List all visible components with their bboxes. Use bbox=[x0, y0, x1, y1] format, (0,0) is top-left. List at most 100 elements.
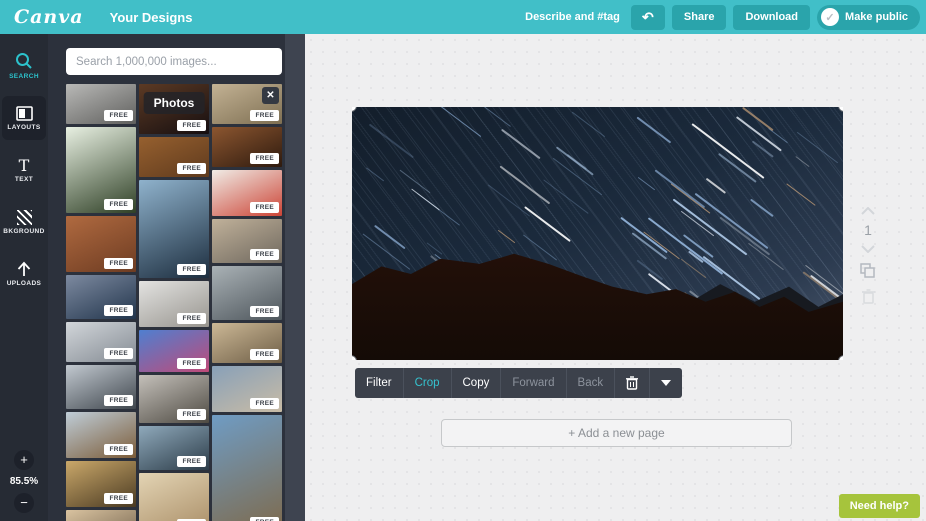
free-badge: FREE bbox=[104, 395, 133, 406]
layouts-icon bbox=[16, 106, 33, 121]
sidebar-item-label: BKGROUND bbox=[3, 228, 44, 235]
zoom-out-button[interactable]: − bbox=[14, 493, 34, 513]
thumbnail-lifeguard-hut[interactable]: FREE bbox=[139, 473, 209, 521]
make-public-toggle[interactable]: ✓ Make public bbox=[817, 5, 920, 30]
search-input[interactable] bbox=[66, 48, 282, 75]
thumbnail-fog-clouds[interactable]: FREE bbox=[66, 322, 136, 362]
search-icon bbox=[15, 52, 33, 70]
toolbar-filter-button[interactable]: Filter bbox=[355, 368, 404, 398]
thumbnail-graffiti-wall[interactable]: FREE bbox=[139, 330, 209, 372]
free-badge: FREE bbox=[177, 456, 206, 467]
free-badge: FREE bbox=[250, 202, 279, 213]
thumbnail-mountain-ridge[interactable]: FREE bbox=[66, 412, 136, 458]
thumbnail-airfield-runway[interactable]: FREE bbox=[212, 266, 282, 320]
duplicate-page-icon[interactable] bbox=[860, 263, 876, 279]
thumbnail-brick-arches[interactable]: FREE bbox=[212, 127, 282, 167]
zoom-in-button[interactable]: + bbox=[14, 450, 34, 470]
toolbar-copy-button[interactable]: Copy bbox=[452, 368, 502, 398]
header-actions: Describe and #tag ↶ Share Download ✓ Mak… bbox=[525, 0, 920, 34]
free-badge: FREE bbox=[250, 249, 279, 260]
undo-button[interactable]: ↶ bbox=[631, 5, 665, 30]
thumbnail-photos-category-cover[interactable]: FREEPhotos bbox=[139, 84, 209, 134]
image-results-grid: FREEFREEFREEFREEFREEFREEFREEFREEFREEFREE… bbox=[66, 84, 282, 521]
download-button[interactable]: Download bbox=[733, 5, 810, 30]
free-badge: FREE bbox=[250, 349, 279, 360]
describe-tag-field[interactable]: Describe and #tag bbox=[525, 11, 620, 23]
thumbnail-lake-at-dusk[interactable]: FREE bbox=[66, 275, 136, 319]
panel-scrollbar[interactable] bbox=[285, 34, 305, 521]
thumbnail-brick-wall[interactable]: FREE bbox=[66, 216, 136, 272]
thumbnail-dog-walk[interactable]: FREE ✕ bbox=[212, 84, 282, 124]
toolbar-forward-button[interactable]: Forward bbox=[501, 368, 566, 398]
free-badge: FREE bbox=[177, 409, 206, 420]
selected-star-trails-image[interactable] bbox=[352, 107, 843, 360]
toolbar-crop-button[interactable]: Crop bbox=[404, 368, 452, 398]
free-badge: FREE bbox=[104, 110, 133, 121]
thumbnail-strawberry-bowl[interactable]: FREE bbox=[212, 170, 282, 216]
background-icon bbox=[17, 210, 32, 225]
thumbnail-ocean-horizon-person[interactable]: FREE bbox=[139, 180, 209, 278]
thumbnail-foggy-mountains[interactable]: FREE bbox=[66, 365, 136, 409]
free-badge: FREE bbox=[250, 306, 279, 317]
move-page-up-icon[interactable] bbox=[861, 207, 875, 215]
sidebar-item-search[interactable]: SEARCH bbox=[2, 44, 46, 88]
make-public-label: Make public bbox=[845, 11, 908, 23]
sidebar-item-label: UPLOADS bbox=[7, 280, 42, 287]
upload-arrow-icon bbox=[16, 261, 32, 277]
free-badge: FREE bbox=[250, 153, 279, 164]
add-page-button[interactable]: + Add a new page bbox=[441, 419, 792, 447]
sidebar-item-layouts[interactable]: LAYOUTS bbox=[2, 96, 46, 140]
thumbnail-pier-sunset-jump[interactable]: FREE bbox=[66, 510, 136, 521]
sidebar-item-bkground[interactable]: BKGROUND bbox=[2, 200, 46, 244]
thumbnail-wave-on-rock[interactable]: FREE bbox=[139, 426, 209, 470]
thumbnail-sunlit-forest[interactable]: FREE bbox=[66, 127, 136, 213]
close-icon[interactable]: ✕ bbox=[262, 87, 279, 104]
free-badge: FREE bbox=[250, 398, 279, 409]
delete-page-icon[interactable] bbox=[862, 289, 875, 304]
sidebar-item-label: SEARCH bbox=[9, 73, 39, 80]
sidebar-item-label: LAYOUTS bbox=[7, 124, 40, 131]
free-badge: FREE bbox=[104, 305, 133, 316]
sidebar-item-text[interactable]: T TEXT bbox=[2, 148, 46, 192]
your-designs-link[interactable]: Your Designs bbox=[110, 10, 193, 25]
thumbnail-phone-on-wood[interactable]: FREE bbox=[139, 137, 209, 177]
thumbnail-waterfall-rocks[interactable]: FREE bbox=[139, 375, 209, 423]
move-page-down-icon[interactable] bbox=[861, 245, 875, 253]
page-number: 1 bbox=[864, 222, 872, 238]
share-button[interactable]: Share bbox=[672, 5, 727, 30]
thumbnail-coastal-cliff[interactable]: FREE bbox=[212, 415, 282, 521]
image-search-panel: FREEFREEFREEFREEFREEFREEFREEFREEFREEFREE… bbox=[48, 34, 305, 521]
thumbnail-dry-branches[interactable]: FREE bbox=[212, 219, 282, 263]
free-badge: FREE bbox=[177, 120, 206, 131]
sidebar-item-uploads[interactable]: UPLOADS bbox=[2, 252, 46, 296]
sidebar-item-label: TEXT bbox=[15, 176, 33, 183]
undo-icon: ↶ bbox=[642, 9, 654, 26]
text-icon: T bbox=[19, 158, 30, 173]
free-badge: FREE bbox=[177, 313, 206, 324]
thumbnail-sunlit-grass[interactable]: FREE bbox=[66, 461, 136, 507]
free-badge: FREE bbox=[177, 163, 206, 174]
zoom-controls: + 85.5% − bbox=[0, 450, 48, 513]
grid-column: FREE ✕ FREE FREE FREE FREE FREE FREE FREE bbox=[212, 84, 282, 521]
zoom-level: 85.5% bbox=[10, 476, 38, 487]
toolbar-delete-button[interactable] bbox=[615, 368, 650, 398]
chevron-down-icon bbox=[661, 380, 671, 386]
free-badge: FREE bbox=[104, 493, 133, 504]
free-badge: FREE bbox=[104, 258, 133, 269]
design-canvas[interactable]: FilterCropCopyForwardBack + Add a new pa… bbox=[305, 34, 926, 521]
free-badge: FREE bbox=[104, 348, 133, 359]
thumbnail-writing-hand[interactable]: FREE bbox=[212, 366, 282, 412]
check-icon: ✓ bbox=[821, 8, 839, 26]
thumbnail-beach-fence[interactable]: FREE bbox=[212, 323, 282, 363]
canva-logo[interactable]: Canva bbox=[14, 6, 84, 28]
canva-editor: Canva Your Designs Describe and #tag ↶ S… bbox=[0, 0, 926, 521]
toolbar-more-button[interactable] bbox=[650, 368, 682, 398]
need-help-button[interactable]: Need help? bbox=[839, 494, 920, 518]
toolbar-back-button[interactable]: Back bbox=[567, 368, 616, 398]
page-controls: 1 bbox=[854, 202, 882, 309]
grid-column: FREEPhotosFREEFREEFREEFREEFREEFREEFREE bbox=[139, 84, 209, 521]
thumbnail-railway-crossing[interactable]: FREE bbox=[66, 84, 136, 124]
thumbnail-office-desk[interactable]: FREE bbox=[139, 281, 209, 327]
free-badge: FREE bbox=[104, 199, 133, 210]
free-badge: FREE bbox=[250, 110, 279, 121]
